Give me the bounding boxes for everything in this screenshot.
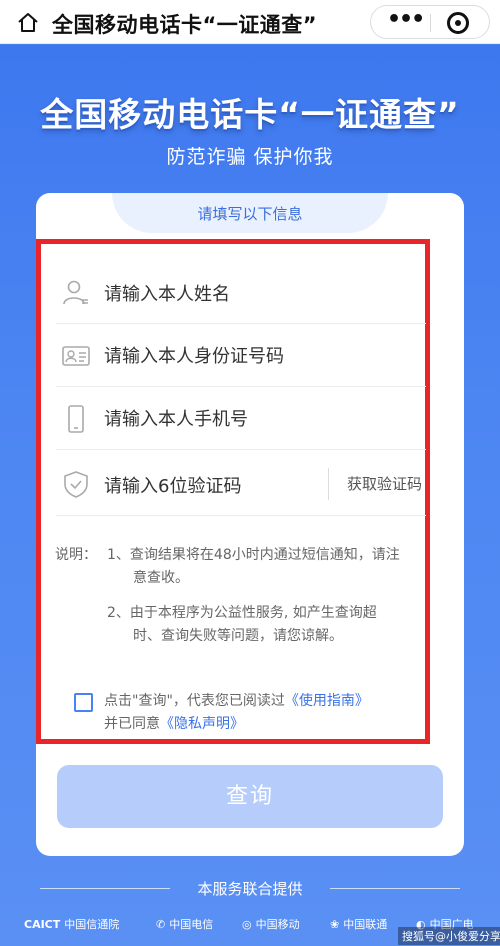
capsule-menu: ••• — [370, 5, 490, 39]
id-number-input[interactable]: 请输入本人身份证号码 — [104, 342, 284, 368]
id-card-icon — [62, 346, 90, 366]
logo-name: 中国信通院 — [64, 918, 120, 931]
agree-checkbox[interactable] — [74, 693, 93, 712]
more-icon[interactable]: ••• — [387, 6, 425, 38]
phone-input[interactable]: 请输入本人手机号 — [104, 405, 248, 431]
china-mobile-logo: ◎ 中国移动 — [242, 912, 300, 936]
verification-code-input[interactable]: 请输入6位验证码 — [104, 472, 241, 498]
agreement-text-before: 点击"查询"，代表您已阅读过 — [104, 693, 285, 709]
capsule-divider — [430, 14, 431, 32]
close-miniprogram-icon[interactable] — [447, 12, 469, 34]
caict-logo: CAICT 中国信通院 — [24, 912, 119, 936]
logo-mark: CAICT — [24, 917, 61, 931]
watermark: 搜狐号@小俊爱分享 — [398, 927, 500, 945]
get-code-button[interactable]: 获取验证码 — [328, 468, 428, 500]
card-header-tab: 请填写以下信息 — [112, 193, 388, 233]
logo-name: 中国移动 — [255, 918, 300, 931]
query-button[interactable]: 查询 — [57, 765, 443, 828]
guide-link[interactable]: 《使用指南》 — [285, 693, 369, 709]
note-line: 1、查询结果将在48小时内通过短信通知，请注 — [107, 547, 400, 563]
shield-icon — [64, 471, 88, 498]
user-icon — [63, 280, 88, 305]
logo-mark: ✆ — [156, 917, 166, 931]
note-line: 时、查询失败等问题，请您谅解。 — [133, 628, 343, 644]
name-input[interactable]: 请输入本人姓名 — [104, 280, 230, 306]
privacy-link[interactable]: 《隐私声明》 — [160, 716, 244, 732]
logo-name: 中国电信 — [169, 918, 214, 931]
title-bar: 全国移动电话卡“一证通查” ••• — [0, 0, 500, 44]
hero-subtitle: 防范诈骗 保护你我 — [166, 146, 334, 168]
agreement-text-middle: 并已同意 — [104, 716, 160, 732]
home-icon[interactable] — [16, 11, 40, 33]
notes-label: 说明： — [55, 547, 97, 563]
agreement-text: 点击"查询"，代表您已阅读过《使用指南》 并已同意《隐私声明》 — [104, 690, 424, 736]
card-header-label: 请填写以下信息 — [197, 205, 303, 223]
divider-line — [330, 888, 460, 889]
hero-title: 全国移动电话卡“一证通查” — [40, 95, 460, 134]
note-line: 意查收。 — [133, 570, 189, 586]
china-telecom-logo: ✆ 中国电信 — [156, 912, 213, 936]
phone-field[interactable]: 请输入本人手机号 — [56, 388, 426, 450]
china-unicom-logo: ❀ 中国联通 — [330, 912, 387, 936]
logo-mark: ❀ — [330, 917, 340, 931]
provider-header: 本服务联合提供 — [0, 878, 500, 900]
name-field[interactable]: 请输入本人姓名 — [56, 262, 426, 324]
window-title: 全国移动电话卡“一证通查” — [52, 13, 318, 37]
id-field[interactable]: 请输入本人身份证号码 — [56, 325, 426, 387]
note-item: 1、查询结果将在48小时内通过短信通知，请注 意查收。 — [107, 544, 437, 590]
note-line: 2、由于本程序为公益性服务, 如产生查询超 — [107, 605, 377, 621]
phone-icon — [68, 405, 84, 433]
logo-name: 中国联通 — [343, 918, 388, 931]
note-item: 2、由于本程序为公益性服务, 如产生查询超 时、查询失败等问题，请您谅解。 — [107, 602, 437, 648]
logo-mark: ◎ — [242, 917, 252, 931]
